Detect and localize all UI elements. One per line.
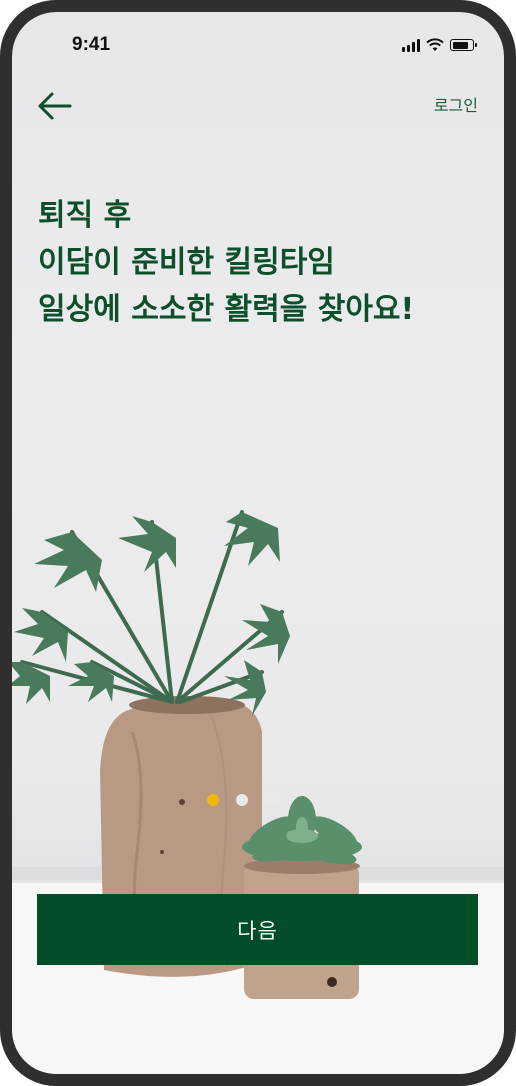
page-dot-2[interactable] — [236, 794, 248, 806]
signal-icon — [402, 38, 420, 52]
status-time: 9:41 — [72, 34, 111, 55]
onboarding-headline: 퇴직 후 이담이 준비한 킬링타임 일상에 소소한 활력을 찾아요! — [38, 192, 484, 333]
phone-frame: 9:41 로그인 퇴직 후 이담이 준비한 킬링타임 일상에 소소한 활력을 찾… — [0, 0, 516, 1086]
next-button[interactable]: 다음 — [37, 894, 478, 965]
headline-line-1: 퇴직 후 — [38, 198, 132, 233]
status-icons — [402, 36, 477, 54]
battery-icon — [450, 39, 477, 51]
arrow-left-icon — [38, 92, 72, 120]
onboarding-screen: 9:41 로그인 퇴직 후 이담이 준비한 킬링타임 일상에 소소한 활력을 찾… — [12, 12, 504, 1074]
headline-line-2: 이담이 준비한 킬링타임 — [38, 245, 335, 280]
wifi-icon — [426, 38, 444, 51]
login-link[interactable]: 로그인 — [434, 92, 478, 116]
page-dot-1[interactable] — [207, 794, 219, 806]
headline-line-3: 일상에 소소한 활력을 찾아요! — [38, 292, 415, 327]
page-dot-3[interactable] — [265, 794, 277, 806]
status-bar: 9:41 — [12, 12, 504, 72]
back-button[interactable] — [32, 84, 76, 128]
page-indicator — [207, 794, 277, 806]
